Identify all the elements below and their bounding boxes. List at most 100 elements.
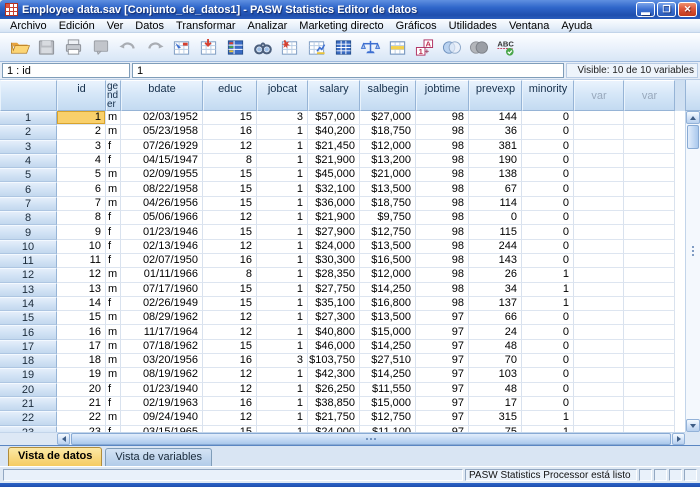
cell-16-var1[interactable] (574, 325, 624, 339)
cell-14-jobcat[interactable]: 1 (257, 297, 308, 311)
column-header-minority[interactable]: minority (522, 80, 574, 111)
cell-4-salary[interactable]: $21,900 (308, 154, 360, 168)
cell-11-jobtime[interactable]: 98 (416, 254, 469, 268)
split-file-button[interactable] (330, 35, 357, 60)
cell-10-var1[interactable] (574, 240, 624, 254)
cell-11-bdate[interactable]: 02/07/1950 (121, 254, 203, 268)
cell-4-var2[interactable] (624, 154, 675, 168)
vscroll-thumb[interactable] (687, 125, 699, 149)
cell-1-minority[interactable]: 0 (522, 111, 574, 125)
cell-3-minority[interactable]: 0 (522, 140, 574, 154)
cell-6-educ[interactable]: 15 (203, 182, 257, 196)
vertical-scrollbar[interactable] (685, 111, 700, 432)
cell-21-salbegin[interactable]: $15,000 (360, 397, 416, 411)
cell-9-minority[interactable]: 0 (522, 225, 574, 239)
cell-4-salbegin[interactable]: $13,200 (360, 154, 416, 168)
cell-7-educ[interactable]: 15 (203, 197, 257, 211)
column-header-var2[interactable]: var (624, 80, 675, 111)
cell-14-minority[interactable]: 1 (522, 297, 574, 311)
cell-18-jobcat[interactable]: 3 (257, 354, 308, 368)
cell-4-var1[interactable] (574, 154, 624, 168)
weight-cases-button[interactable] (357, 35, 384, 60)
cell-10-jobcat[interactable]: 1 (257, 240, 308, 254)
cell-6-id[interactable]: 6 (57, 182, 106, 196)
cell-10-salary[interactable]: $24,000 (308, 240, 360, 254)
cell-1-var2[interactable] (624, 111, 675, 125)
cell-18-minority[interactable]: 0 (522, 354, 574, 368)
cell-21-jobtime[interactable]: 97 (416, 397, 469, 411)
cell-1-bdate[interactable]: 02/03/1952 (121, 111, 203, 125)
cell-4-jobtime[interactable]: 98 (416, 154, 469, 168)
cell-2-prevexp[interactable]: 36 (469, 125, 522, 139)
cell-14-jobtime[interactable]: 98 (416, 297, 469, 311)
menu-ver[interactable]: Ver (101, 19, 130, 33)
cell-13-jobtime[interactable]: 98 (416, 283, 469, 297)
cell-9-prevexp[interactable]: 115 (469, 225, 522, 239)
menu-ayuda[interactable]: Ayuda (555, 19, 598, 33)
cell-22-minority[interactable]: 1 (522, 411, 574, 425)
cell-17-id[interactable]: 17 (57, 340, 106, 354)
cell-9-jobcat[interactable]: 1 (257, 225, 308, 239)
cell-18-id[interactable]: 18 (57, 354, 106, 368)
menu-archivo[interactable]: Archivo (4, 19, 53, 33)
cell-5-educ[interactable]: 15 (203, 168, 257, 182)
column-header-prevexp[interactable]: prevexp (469, 80, 522, 111)
cell-23-salbegin[interactable]: $11,100 (360, 426, 416, 432)
cell-5-var2[interactable] (624, 168, 675, 182)
insert-cases-button[interactable] (276, 35, 303, 60)
cell-7-jobtime[interactable]: 98 (416, 197, 469, 211)
cell-6-salary[interactable]: $32,100 (308, 182, 360, 196)
open-data-button[interactable] (6, 35, 33, 60)
cell-17-educ[interactable]: 15 (203, 340, 257, 354)
cell-18-var2[interactable] (624, 354, 675, 368)
cell-19-salbegin[interactable]: $14,250 (360, 368, 416, 382)
cell-9-bdate[interactable]: 01/23/1946 (121, 225, 203, 239)
cell-14-salary[interactable]: $35,100 (308, 297, 360, 311)
cell-editor-input[interactable]: 1 (132, 63, 564, 78)
row-number-6[interactable]: 6 (0, 182, 57, 196)
cell-10-id[interactable]: 10 (57, 240, 106, 254)
cell-12-minority[interactable]: 1 (522, 268, 574, 282)
cell-5-salbegin[interactable]: $21,000 (360, 168, 416, 182)
cell-12-bdate[interactable]: 01/11/1966 (121, 268, 203, 282)
cell-2-bdate[interactable]: 05/23/1958 (121, 125, 203, 139)
row-number-14[interactable]: 14 (0, 297, 57, 311)
cell-7-bdate[interactable]: 04/26/1956 (121, 197, 203, 211)
insert-variable-button[interactable] (303, 35, 330, 60)
cell-13-var1[interactable] (574, 283, 624, 297)
cell-8-var1[interactable] (574, 211, 624, 225)
cell-22-gender[interactable]: m (106, 411, 121, 425)
cell-14-salbegin[interactable]: $16,800 (360, 297, 416, 311)
cell-3-var2[interactable] (624, 140, 675, 154)
cell-13-var2[interactable] (624, 283, 675, 297)
cell-2-minority[interactable]: 0 (522, 125, 574, 139)
cell-5-jobcat[interactable]: 1 (257, 168, 308, 182)
cell-15-prevexp[interactable]: 66 (469, 311, 522, 325)
cell-7-salary[interactable]: $36,000 (308, 197, 360, 211)
cell-16-var2[interactable] (624, 325, 675, 339)
row-number-3[interactable]: 3 (0, 140, 57, 154)
cell-19-var2[interactable] (624, 368, 675, 382)
cell-7-jobcat[interactable]: 1 (257, 197, 308, 211)
cell-20-gender[interactable]: f (106, 383, 121, 397)
cell-16-prevexp[interactable]: 24 (469, 325, 522, 339)
cell-5-gender[interactable]: m (106, 168, 121, 182)
cell-3-var1[interactable] (574, 140, 624, 154)
cell-19-salary[interactable]: $42,300 (308, 368, 360, 382)
cell-2-educ[interactable]: 16 (203, 125, 257, 139)
cell-15-id[interactable]: 15 (57, 311, 106, 325)
cell-6-jobcat[interactable]: 1 (257, 182, 308, 196)
cell-21-prevexp[interactable]: 17 (469, 397, 522, 411)
column-header-id[interactable]: id (57, 80, 106, 111)
row-number-4[interactable]: 4 (0, 154, 57, 168)
cell-11-var1[interactable] (574, 254, 624, 268)
cell-2-var1[interactable] (574, 125, 624, 139)
cell-21-var1[interactable] (574, 397, 624, 411)
cell-23-id[interactable]: 23 (57, 426, 106, 432)
tab-vista-de-variables[interactable]: Vista de variables (105, 448, 212, 466)
cell-20-var1[interactable] (574, 383, 624, 397)
row-number-16[interactable]: 16 (0, 325, 57, 339)
cell-7-var1[interactable] (574, 197, 624, 211)
cell-1-prevexp[interactable]: 144 (469, 111, 522, 125)
cell-19-jobcat[interactable]: 1 (257, 368, 308, 382)
